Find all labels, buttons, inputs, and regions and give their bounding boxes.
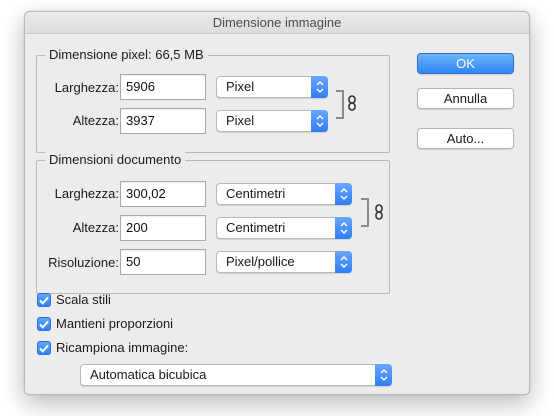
constrain-proportions-label[interactable]: Mantieni proporzioni <box>56 316 173 332</box>
pixel-link-bracket <box>336 90 344 119</box>
pixel-width-unit-select[interactable]: Pixel <box>216 76 328 98</box>
doc-width-field[interactable]: 300,02 <box>120 181 206 207</box>
pixel-dimensions-legend: Dimensione pixel: 66,5 MB <box>45 47 208 62</box>
cancel-button[interactable]: Annulla <box>417 88 514 109</box>
document-dimensions-legend: Dimensioni documento <box>45 152 186 167</box>
resample-label[interactable]: Ricampiona immagine: <box>56 340 188 356</box>
ok-button[interactable]: OK <box>417 53 514 74</box>
chain-link-icon <box>348 95 356 114</box>
pixel-height-field[interactable]: 3937 <box>120 108 206 134</box>
scale-styles-checkbox[interactable] <box>37 293 51 307</box>
resample-method-value: Automatica bicubica <box>90 367 207 382</box>
doc-width-unit-value: Centimetri <box>226 186 286 201</box>
dialog-title: Dimensione immagine <box>25 12 529 34</box>
checkmark-icon <box>39 320 49 329</box>
pixel-width-field[interactable]: 5906 <box>120 74 206 100</box>
pixel-height-unit-value: Pixel <box>226 113 255 128</box>
pixel-height-label: Altezza: <box>72 113 119 128</box>
updown-arrows-icon <box>335 217 352 239</box>
resolution-unit-value: Pixel/pollice <box>226 254 295 269</box>
chain-link-icon <box>375 204 383 223</box>
checkmark-icon <box>39 344 49 353</box>
resolution-field[interactable]: 50 <box>120 249 206 275</box>
image-size-dialog: Dimensione immagine Dimensione pixel: 66… <box>24 11 530 395</box>
updown-arrows-icon <box>335 183 352 205</box>
auto-button[interactable]: Auto... <box>417 128 514 149</box>
pixel-width-unit-value: Pixel <box>226 79 255 94</box>
resolution-unit-select[interactable]: Pixel/pollice <box>216 251 352 273</box>
updown-arrows-icon <box>311 110 328 132</box>
scale-styles-label[interactable]: Scala stili <box>56 292 111 308</box>
resample-checkbox[interactable] <box>37 341 51 355</box>
resolution-label: Risoluzione: <box>48 255 119 270</box>
updown-arrows-icon <box>311 76 328 98</box>
checkmark-icon <box>39 296 49 305</box>
doc-height-field[interactable]: 200 <box>120 215 206 241</box>
pixel-width-label: Larghezza: <box>54 80 119 95</box>
constrain-proportions-checkbox[interactable] <box>37 317 51 331</box>
doc-width-label: Larghezza: <box>54 186 119 201</box>
doc-height-unit-select[interactable]: Centimetri <box>216 217 352 239</box>
updown-arrows-icon <box>375 364 392 386</box>
pixel-height-unit-select[interactable]: Pixel <box>216 110 328 132</box>
updown-arrows-icon <box>335 251 352 273</box>
doc-height-label: Altezza: <box>72 220 119 235</box>
resample-method-select[interactable]: Automatica bicubica <box>80 364 392 386</box>
document-link-bracket <box>361 198 369 227</box>
doc-width-unit-select[interactable]: Centimetri <box>216 183 352 205</box>
doc-height-unit-value: Centimetri <box>226 220 286 235</box>
